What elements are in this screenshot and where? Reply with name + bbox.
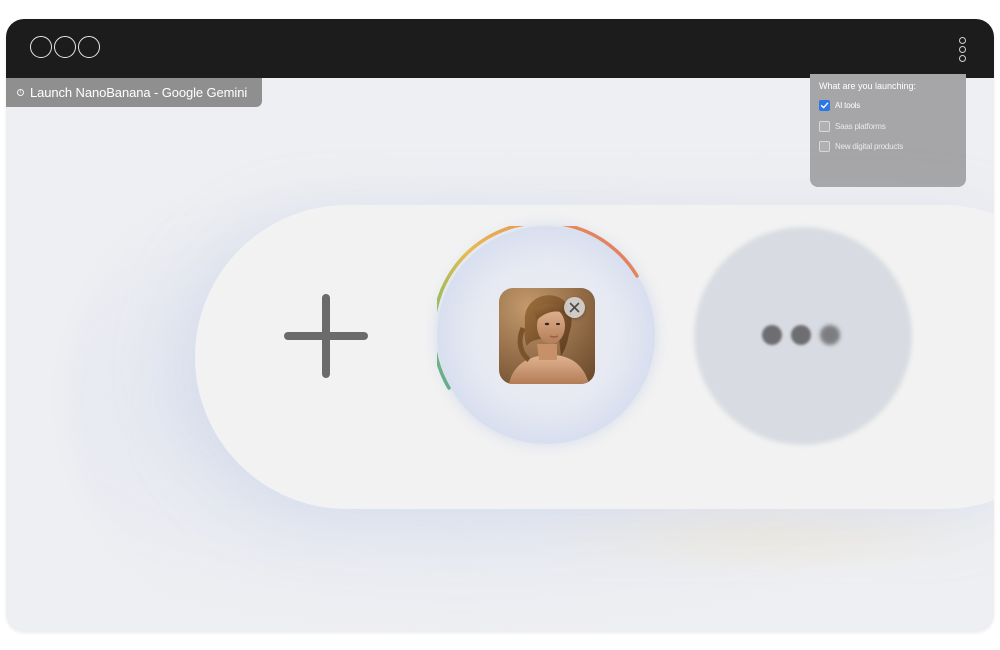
survey-option-new-digital-products[interactable]: New digital products — [819, 141, 903, 152]
kebab-dot — [958, 37, 966, 44]
plus-icon[interactable] — [281, 291, 371, 381]
ellipsis-icon — [762, 325, 840, 345]
kebab-menu-icon[interactable] — [957, 37, 967, 62]
ellipsis-dot — [820, 325, 840, 345]
window-controls — [30, 36, 100, 58]
info-icon: i — [17, 89, 24, 96]
survey-question: What are you launching: — [819, 81, 917, 91]
close-window-button[interactable] — [30, 36, 52, 58]
survey-option-label: AI tools — [835, 101, 861, 110]
checkbox-unchecked[interactable] — [819, 141, 830, 152]
close-icon — [569, 302, 580, 313]
ellipsis-dot — [791, 325, 811, 345]
launch-survey-panel: What are you launching: AI tools Saas pl… — [810, 74, 966, 187]
title-bar — [6, 19, 994, 78]
survey-option-saas-platforms[interactable]: Saas platforms — [819, 121, 886, 132]
checkbox-checked[interactable] — [819, 100, 830, 111]
survey-option-ai-tools[interactable]: AI tools — [819, 100, 860, 111]
maximize-window-button[interactable] — [78, 36, 100, 58]
kebab-dot — [958, 55, 966, 62]
survey-option-label: Saas platforms — [835, 122, 886, 131]
check-icon — [820, 102, 829, 109]
ellipsis-dot — [762, 325, 782, 345]
browser-tab[interactable]: i Launch NanoBanana - Google Gemini — [6, 78, 262, 107]
survey-option-label: New digital products — [835, 142, 904, 151]
minimize-window-button[interactable] — [54, 36, 76, 58]
kebab-dot — [958, 46, 966, 53]
remove-attachment-button[interactable] — [564, 297, 585, 318]
tab-title: Launch NanoBanana - Google Gemini — [30, 85, 248, 100]
checkbox-unchecked[interactable] — [819, 121, 830, 132]
